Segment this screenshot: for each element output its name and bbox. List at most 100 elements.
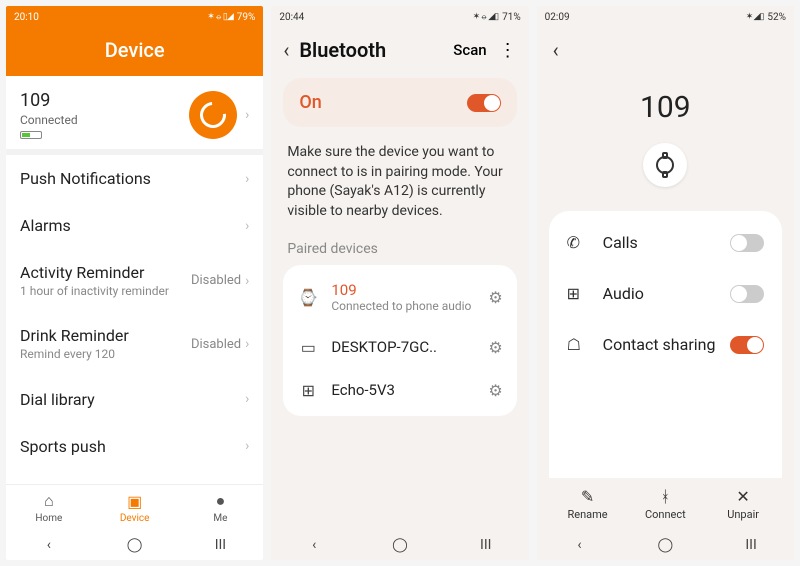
options-card: ✆ Calls ⊞ Audio ☖ Contact sharing (549, 211, 782, 478)
recents-button[interactable]: III (476, 537, 496, 553)
option-audio[interactable]: ⊞ Audio (549, 268, 782, 319)
status-bar: 02:09 ✶ ◢▯52% (537, 6, 794, 28)
action-bar: ✎Rename ᚼConnect ✕ Unpair (549, 478, 782, 530)
option-contact-sharing[interactable]: ☖ Contact sharing (549, 319, 782, 370)
device-status: Connected (20, 113, 189, 127)
chevron-right-icon: › (245, 107, 249, 123)
menu-drink-reminder[interactable]: Drink Reminder Remind every 120 Disabled… (6, 312, 263, 375)
unpair-icon: ✕ (736, 487, 749, 506)
status-bar: 20:44 ✶ ⦵ ◢▯71% (271, 6, 528, 28)
status-time: 20:10 (14, 12, 39, 23)
unpair-button[interactable]: ✕ Unpair (704, 478, 782, 530)
gear-icon[interactable]: ⚙ (488, 381, 502, 400)
back-button[interactable]: ‹ (304, 537, 324, 553)
chevron-right-icon: › (245, 336, 249, 352)
status-battery: 79% (237, 12, 256, 23)
home-button[interactable]: ◯ (125, 537, 145, 553)
toggle-switch-icon[interactable] (730, 234, 764, 252)
page-title: Bluetooth (299, 38, 453, 62)
paired-device-row[interactable]: ⊞ Echo-5V3 ⚙ (283, 369, 516, 412)
nav-me[interactable]: ●Me (178, 485, 264, 530)
back-button[interactable]: ‹ (283, 38, 289, 62)
menu-push-notifications[interactable]: Push Notifications › (6, 155, 263, 202)
nav-label: Home (35, 513, 62, 524)
device-name: Echo-5V3 (331, 381, 488, 399)
home-icon: ⌂ (44, 491, 54, 511)
status-battery: 52% (767, 12, 786, 23)
device-icon: ▣ (127, 492, 142, 511)
header: ‹ Bluetooth Scan ⋮ (271, 28, 528, 72)
menu-activity-reminder[interactable]: Activity Reminder 1 hour of inactivity r… (6, 249, 263, 312)
nav-home[interactable]: ⌂ Home (6, 485, 92, 530)
nav-device[interactable]: ▣ Device (92, 485, 178, 530)
grid-icon: ⊞ (567, 284, 589, 303)
menu-label: Sports push (20, 437, 245, 456)
device-name: 109 (537, 90, 794, 125)
device-name: DESKTOP-7GC.. (331, 338, 488, 356)
paired-devices-list: ⌚ 109 Connected to phone audio ⚙ ▭ DESKT… (283, 265, 516, 415)
nav-label: Device (120, 513, 150, 524)
recents-button[interactable]: III (741, 537, 761, 553)
back-button[interactable]: ‹ (570, 537, 590, 553)
rename-button[interactable]: ✎Rename (549, 478, 627, 530)
chevron-right-icon: › (245, 391, 249, 407)
option-label: Calls (603, 233, 730, 252)
gear-icon[interactable]: ⚙ (488, 338, 502, 357)
scan-button[interactable]: Scan (453, 41, 486, 59)
gear-icon[interactable]: ⚙ (488, 288, 502, 307)
pencil-icon: ✎ (581, 487, 594, 506)
bottom-nav: ⌂ Home ▣ Device ●Me (6, 484, 263, 530)
on-label: On (299, 92, 466, 113)
device-icon-wrap (537, 143, 794, 187)
grid-icon: ⊞ (297, 381, 319, 400)
device-detail-screen: 02:09 ✶ ◢▯52% ‹ 109 ✆ Calls ⊞ Audio ☖ Co… (537, 6, 794, 560)
menu-label: Activity Reminder (20, 263, 191, 282)
status-icons: ✶ ⦵ ▯◢ (207, 12, 232, 22)
menu-label: Alarms (20, 216, 245, 235)
option-calls[interactable]: ✆ Calls (549, 217, 782, 268)
phone-icon: ✆ (567, 233, 589, 252)
option-label: Audio (603, 284, 730, 303)
nav-label: Me (213, 513, 227, 524)
status-icons: ✶ ◢▯ (746, 12, 764, 22)
bluetooth-toggle-row[interactable]: On (283, 78, 516, 127)
home-button[interactable]: ◯ (390, 537, 410, 553)
menu-value: Disabled (191, 337, 241, 352)
option-label: Contact sharing (603, 335, 730, 354)
menu-label: Drink Reminder (20, 326, 191, 345)
more-button[interactable]: ⋮ (499, 40, 517, 61)
paired-device-row[interactable]: ⌚ 109 Connected to phone audio ⚙ (283, 269, 516, 325)
visibility-info: Make sure the device you want to connect… (271, 137, 528, 235)
menu-sub: Remind every 120 (20, 347, 191, 361)
chevron-right-icon: › (245, 438, 249, 454)
chevron-right-icon: › (245, 218, 249, 234)
menu-label: Push Notifications (20, 169, 245, 188)
device-name: 109 (20, 90, 189, 111)
back-button[interactable]: ‹ (39, 537, 59, 553)
toggle-switch-icon[interactable] (730, 285, 764, 303)
menu-sports-push[interactable]: Sports push › (6, 423, 263, 462)
device-summary[interactable]: 109 Connected › (6, 76, 263, 149)
menu-dial-library[interactable]: Dial library › (6, 376, 263, 423)
laptop-icon: ▭ (297, 338, 319, 357)
toggle-switch-icon[interactable] (467, 94, 501, 112)
watch-icon: ⌚ (297, 288, 319, 307)
connect-button[interactable]: ᚼConnect (626, 478, 704, 530)
action-label: Unpair (727, 508, 759, 521)
status-time: 02:09 (545, 12, 570, 23)
menu-alarms[interactable]: Alarms › (6, 202, 263, 249)
toggle-switch-icon[interactable] (730, 336, 764, 354)
home-button[interactable]: ◯ (655, 537, 675, 553)
device-sub: Connected to phone audio (331, 299, 488, 313)
device-app-screen: 20:10 ✶ ⦵ ▯◢ 79% Device 109 Connected › P… (6, 6, 263, 560)
paired-device-row[interactable]: ▭ DESKTOP-7GC.. ⚙ (283, 326, 516, 369)
status-battery: 71% (502, 12, 521, 23)
menu-label: Dial library (20, 390, 245, 409)
chevron-right-icon: › (245, 171, 249, 187)
recents-button[interactable]: III (210, 537, 230, 553)
status-icons: ✶ ⦵ ◢▯ (473, 12, 498, 22)
device-name: 109 (331, 281, 488, 299)
action-label: Connect (645, 508, 686, 521)
back-button[interactable]: ‹ (553, 38, 559, 62)
chevron-right-icon: › (245, 273, 249, 289)
